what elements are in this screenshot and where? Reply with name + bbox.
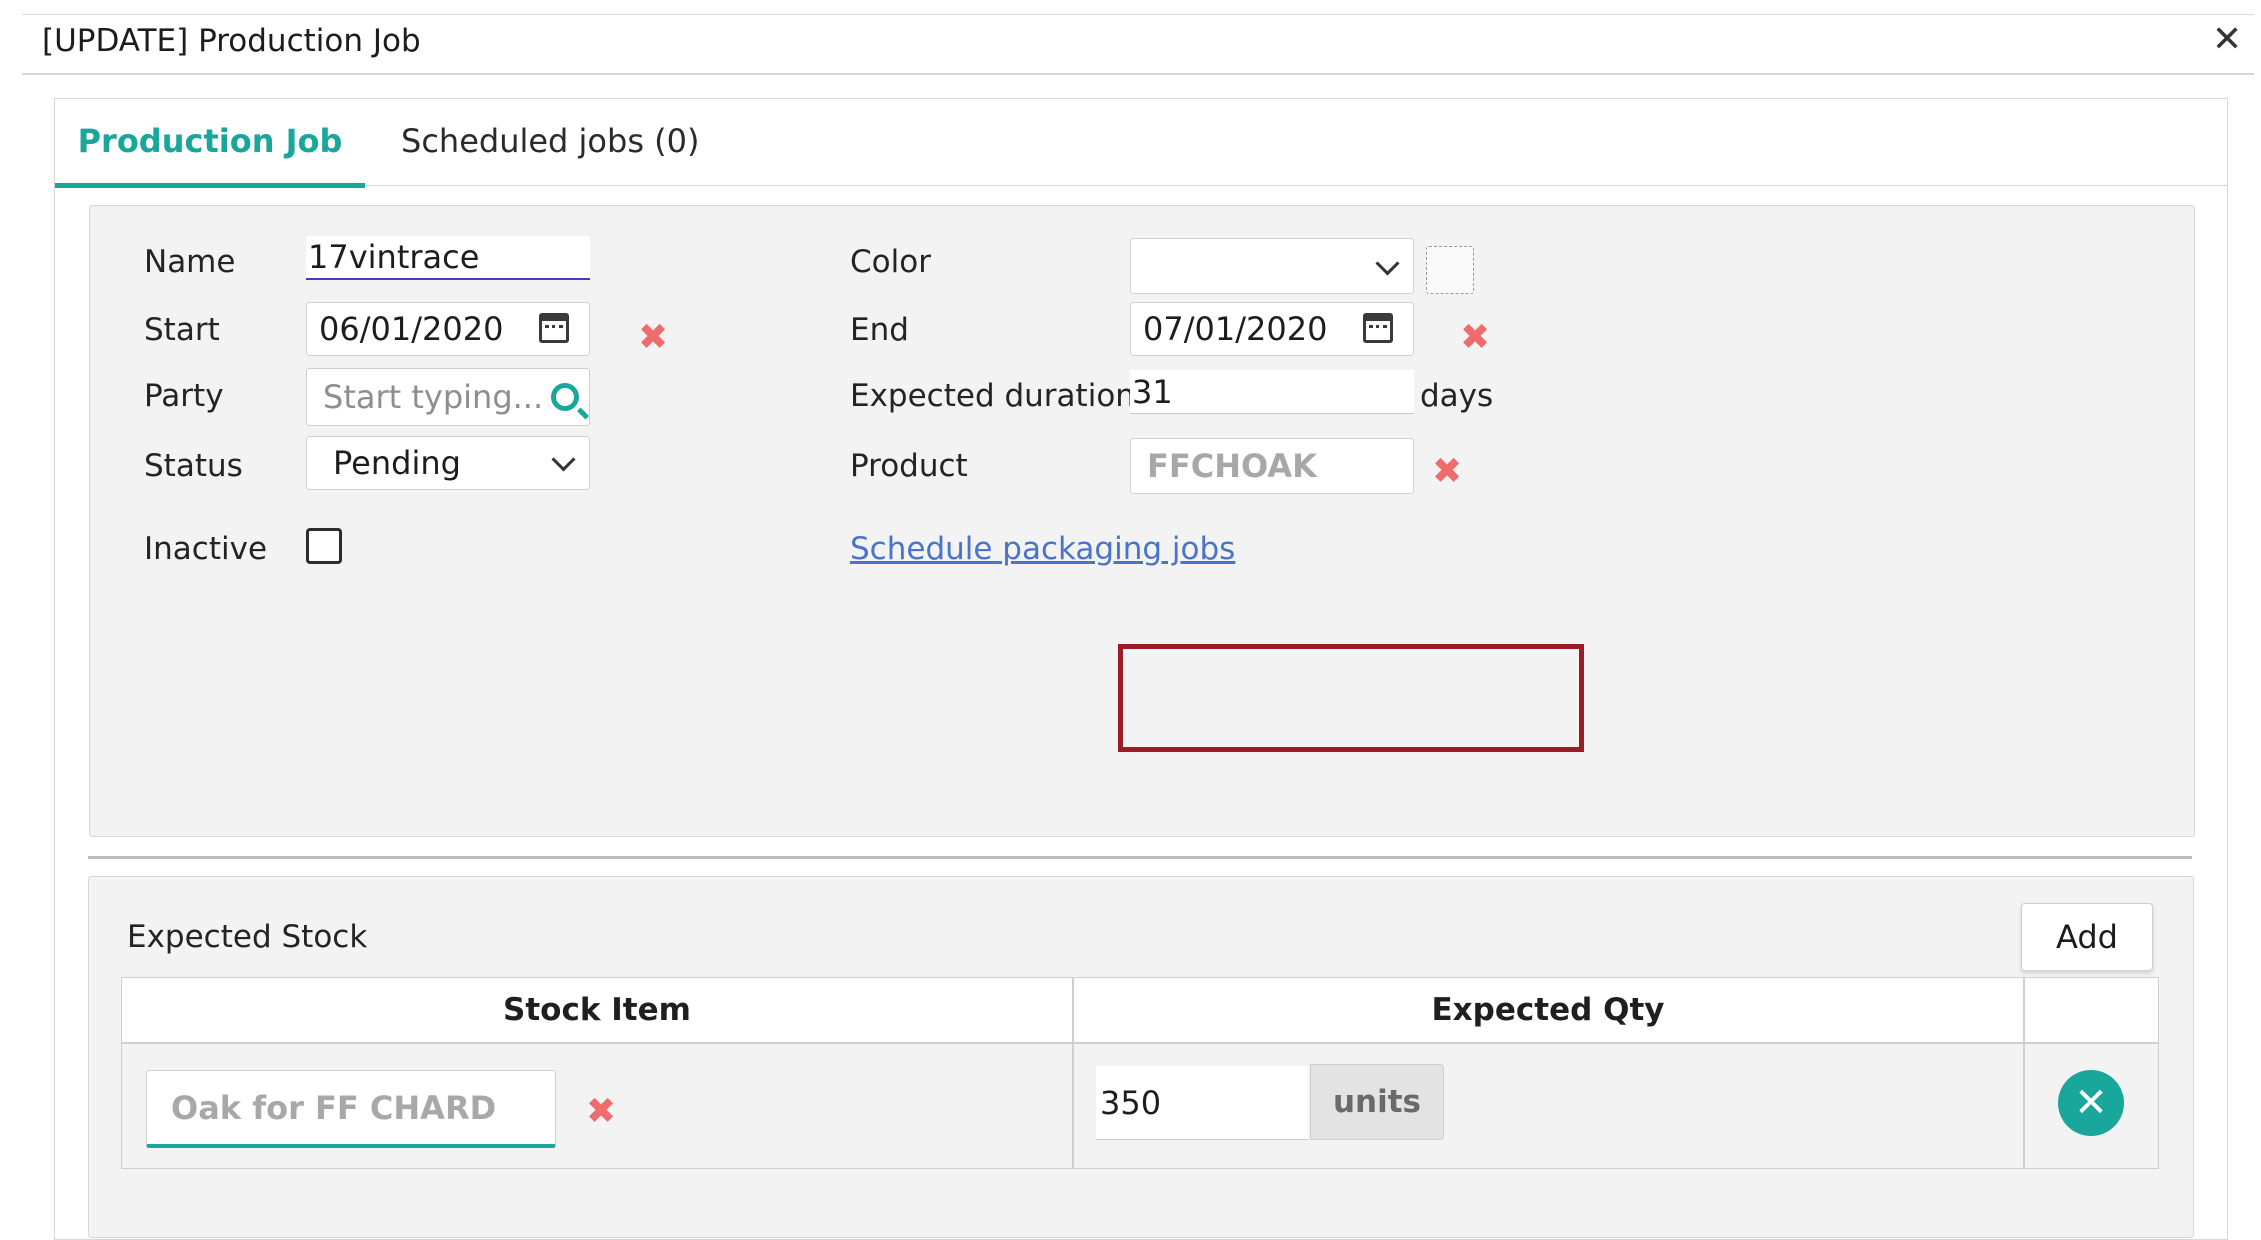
start-date-field[interactable]: 06/01/2020 (306, 302, 590, 356)
schedule-packaging-jobs-link[interactable]: Schedule packaging jobs (850, 531, 1235, 567)
name-field[interactable]: 17vintrace (306, 236, 590, 280)
clear-stock-item-icon[interactable]: ✖ (586, 1094, 616, 1130)
chevron-down-icon (551, 447, 576, 472)
add-button[interactable]: Add (2021, 903, 2153, 971)
color-select[interactable] (1130, 238, 1414, 294)
section-divider (88, 856, 2192, 859)
calendar-icon[interactable] (1363, 313, 1393, 343)
expected-qty-field[interactable]: 350 (1096, 1066, 1308, 1140)
name-value: 17vintrace (308, 238, 480, 276)
expected-duration-field[interactable]: 31 (1130, 370, 1414, 414)
party-label: Party (144, 378, 224, 414)
start-date-value: 06/01/2020 (319, 310, 504, 348)
start-label: Start (144, 312, 220, 348)
production-job-dialog: [UPDATE] Production Job ✕ Production Job… (0, 0, 2261, 1240)
party-search-input[interactable]: Start typing... (306, 368, 590, 426)
expected-duration-value: 31 (1132, 372, 1173, 411)
chevron-down-icon (1375, 251, 1400, 276)
expected-stock-table: Stock Item Expected Qty Oak for FF CHARD… (121, 977, 2159, 1169)
color-label: Color (850, 244, 931, 280)
dialog-title: [UPDATE] Production Job (42, 23, 421, 59)
clear-end-icon[interactable]: ✖ (1460, 320, 1490, 356)
expected-stock-title: Expected Stock (127, 919, 368, 955)
column-header-expected-qty: Expected Qty (1073, 978, 2023, 1044)
product-value: FFCHOAK (1147, 447, 1317, 485)
party-placeholder: Start typing... (323, 378, 544, 416)
status-label: Status (144, 448, 243, 484)
column-header-actions (2024, 978, 2158, 1044)
column-divider (1072, 978, 1074, 1168)
column-header-stock-item: Stock Item (122, 978, 1072, 1044)
clear-start-icon[interactable]: ✖ (638, 320, 668, 356)
end-date-value: 07/01/2020 (1143, 310, 1328, 348)
clear-product-icon[interactable]: ✖ (1432, 454, 1462, 490)
end-date-field[interactable]: 07/01/2020 (1130, 302, 1414, 356)
product-label: Product (850, 448, 968, 484)
tab-bar: Production Job Scheduled jobs (0) (55, 99, 2227, 188)
duration-unit: days (1420, 378, 1494, 414)
calendar-icon[interactable] (539, 313, 569, 343)
search-icon[interactable] (551, 383, 579, 411)
dialog-titlebar: [UPDATE] Production Job (22, 14, 2254, 75)
name-label: Name (144, 244, 236, 280)
stock-item-field[interactable]: Oak for FF CHARD (146, 1070, 556, 1148)
inactive-checkbox[interactable] (306, 528, 342, 564)
expected-stock-panel: Expected Stock Add Stock Item Expected Q… (88, 876, 2194, 1238)
product-field[interactable]: FFCHOAK (1130, 438, 1414, 494)
expected-duration-label: Expected duration (850, 378, 1135, 414)
expected-qty-value: 350 (1100, 1083, 1162, 1122)
color-swatch[interactable] (1426, 246, 1474, 294)
inactive-label: Inactive (144, 531, 268, 567)
highlight-box (1118, 644, 1584, 752)
tab-production-job[interactable]: Production Job (55, 99, 365, 188)
end-label: End (850, 312, 909, 348)
units-addon: units (1310, 1064, 1444, 1140)
remove-row-icon[interactable]: ✕ (2058, 1070, 2124, 1136)
column-divider (2023, 978, 2025, 1168)
stock-item-value: Oak for FF CHARD (171, 1088, 497, 1127)
status-select[interactable]: Pending (306, 436, 590, 490)
tab-scheduled-jobs[interactable]: Scheduled jobs (0) (401, 99, 699, 183)
status-value: Pending (333, 444, 461, 482)
close-icon[interactable]: ✕ (2212, 22, 2242, 58)
